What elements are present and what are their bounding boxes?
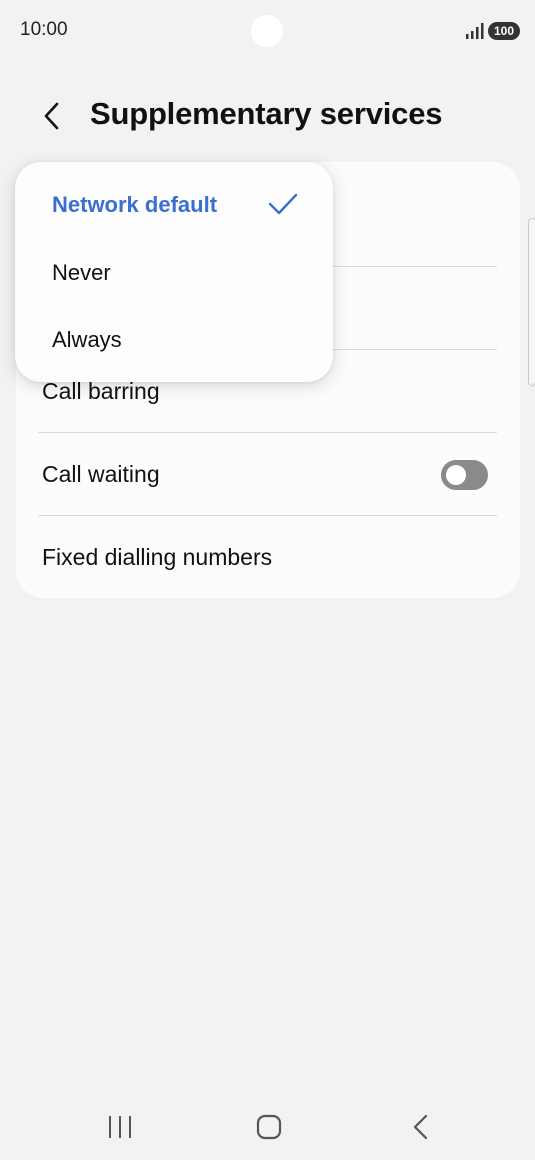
chevron-left-icon	[44, 102, 59, 130]
header: Supplementary services	[0, 82, 535, 148]
home-button[interactable]	[239, 1108, 299, 1146]
option-always[interactable]: Always	[15, 307, 333, 373]
check-icon	[268, 193, 298, 215]
settings-row-label: Call barring	[42, 378, 160, 404]
nav-back-button[interactable]	[390, 1108, 450, 1146]
dropdown-menu: Network default Never Always	[15, 162, 333, 382]
back-icon	[413, 1114, 428, 1140]
option-label: Never	[52, 260, 111, 285]
settings-row-label: Call waiting	[42, 461, 160, 487]
page-title: Supplementary services	[90, 96, 443, 131]
settings-row-label: Fixed dialling numbers	[42, 544, 273, 570]
call-waiting-toggle[interactable]	[441, 459, 488, 490]
toggle-knob	[446, 464, 466, 485]
camera-cutout	[251, 15, 283, 47]
status-time: 10:00	[20, 19, 68, 40]
battery-icon: 100	[488, 22, 520, 40]
battery-level: 100	[493, 24, 515, 38]
option-label: Network default	[52, 192, 218, 217]
recents-button[interactable]	[90, 1108, 150, 1146]
option-network-default[interactable]: Network default	[15, 172, 333, 238]
settings-item-call-waiting[interactable]: Call waiting	[16, 433, 520, 516]
navigation-bar	[0, 1094, 535, 1160]
option-never[interactable]: Never	[15, 240, 333, 306]
home-icon	[256, 1114, 282, 1140]
scrollbar[interactable]	[528, 218, 535, 386]
back-button[interactable]	[30, 94, 74, 138]
signal-icon	[466, 23, 484, 39]
settings-item-fixed-dialling[interactable]: Fixed dialling numbers	[16, 516, 520, 599]
status-bar: 10:00 100	[0, 0, 535, 60]
option-label: Always	[52, 327, 122, 352]
recents-icon	[109, 1116, 131, 1138]
